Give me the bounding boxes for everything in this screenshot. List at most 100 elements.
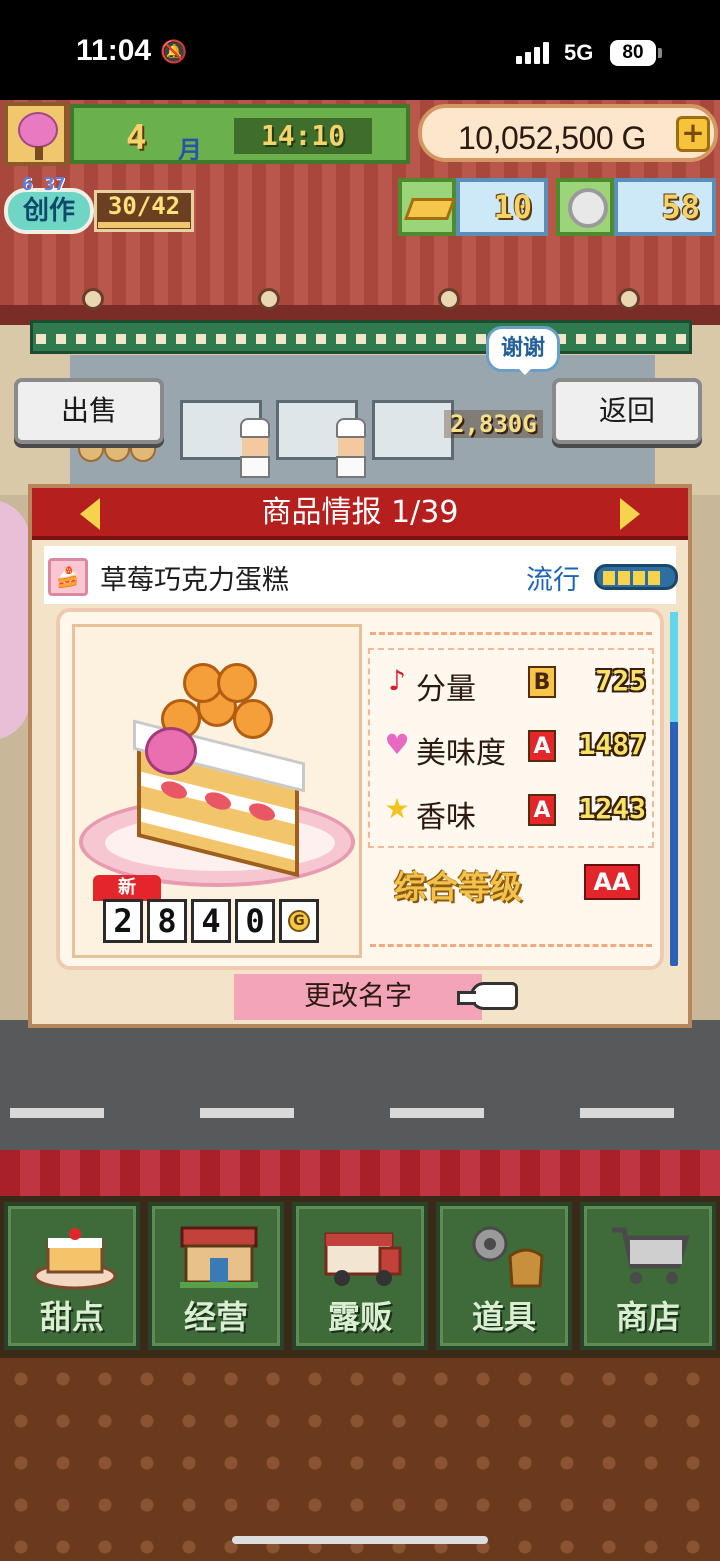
nav-label: 道具: [471, 1298, 536, 1336]
battery-icon: 80: [610, 40, 656, 66]
ticket-counter[interactable]: 10: [398, 178, 548, 236]
create-small-counter: 6 37: [22, 174, 66, 195]
thanks-speech-bubble: 谢谢: [486, 326, 560, 375]
food-truck-icon: [324, 1232, 402, 1286]
cherry-blossom-icon: [18, 112, 58, 148]
trend-meter: [594, 564, 678, 590]
token-count: 58: [614, 178, 716, 236]
chef-character: [336, 418, 370, 478]
overall-grade: AA: [584, 864, 640, 900]
lamp-icon: [618, 288, 640, 310]
lane-marking: [10, 1108, 104, 1118]
scrollbar[interactable]: [670, 612, 678, 966]
new-badge: 新: [93, 875, 161, 901]
music-note-icon: ♪: [388, 664, 406, 697]
token-counter[interactable]: 58: [556, 178, 716, 236]
product-name: 草莓巧克力蛋糕: [100, 565, 289, 596]
silver-coin-icon: [556, 178, 614, 236]
panel-header: 商品情报 1/39: [32, 488, 688, 540]
home-indicator[interactable]: [232, 1536, 488, 1544]
price-digit: 0: [235, 899, 275, 943]
nav-label: 商店: [615, 1298, 680, 1336]
nav-store-button[interactable]: 商店: [580, 1202, 716, 1350]
stat-grade: B: [528, 666, 556, 698]
stats-box: ♪ 分量 B 725 ♥ 美味度 A 1487 ★ 香味 A 1243: [368, 648, 654, 848]
nav-label: 甜点: [39, 1298, 104, 1336]
nav-label: 经营: [183, 1298, 248, 1336]
cherry-tree: [0, 500, 30, 740]
lamp-icon: [82, 288, 104, 310]
cake-icon: [33, 1228, 117, 1290]
lane-marking: [200, 1108, 294, 1118]
brick-wall: [0, 1150, 720, 1196]
price-unit: G: [288, 910, 310, 932]
cake-icon: 🍰: [48, 558, 88, 596]
chef-character: [240, 418, 274, 478]
pointing-hand-icon: [457, 982, 518, 1010]
panel-title: 商品情报 1/39: [261, 495, 459, 530]
footer-pattern: [0, 1358, 720, 1561]
network-type: 5G: [564, 40, 594, 65]
stat-value: 1487: [578, 728, 646, 761]
orange-topping: [233, 699, 273, 739]
footer: [0, 1358, 720, 1561]
nav-items-button[interactable]: 道具: [436, 1202, 572, 1350]
trend-label: 流行: [526, 565, 580, 596]
silent-bell-icon: 🔕: [160, 40, 188, 65]
heart-icon: ♥: [384, 728, 410, 761]
nav-food-truck-button[interactable]: 露贩: [292, 1202, 428, 1350]
stat-grade: A: [528, 794, 556, 826]
scrollbar-thumb[interactable]: [670, 612, 678, 722]
money-value: 10,052,500 G: [458, 120, 646, 156]
stat-value: 1243: [578, 792, 646, 825]
stat-label: 美味度: [416, 736, 506, 771]
lane-marking: [390, 1108, 484, 1118]
tools-icon: [472, 1226, 544, 1288]
nav-manage-button[interactable]: 经营: [148, 1202, 284, 1350]
cake-image: 新 2 8 4 0 G: [72, 624, 362, 958]
game-clock: 14:10: [234, 118, 372, 154]
price-digit: 8: [147, 899, 187, 943]
divider: [370, 632, 652, 635]
gold-ticket-icon: [398, 178, 457, 236]
nav-desserts-button[interactable]: 甜点: [4, 1202, 140, 1350]
back-button[interactable]: 返回: [552, 378, 702, 444]
price-display[interactable]: 2 8 4 0 G: [103, 899, 319, 943]
oven-icon: [372, 400, 454, 460]
rose-icon: [145, 727, 197, 775]
star-icon: ★: [384, 792, 410, 825]
month-label: 月: [178, 136, 202, 164]
create-counter[interactable]: 创作 6 37 30/42: [4, 174, 196, 242]
tree-trunk: [35, 146, 43, 160]
earning-popup: 2,830G: [444, 410, 543, 438]
stat-row-taste: ♥ 美味度 A 1487: [376, 722, 650, 771]
lamp-icon: [258, 288, 280, 310]
battery-tip: [658, 48, 662, 58]
create-progress-bar: [98, 222, 190, 228]
nav-label: 露贩: [327, 1298, 392, 1336]
sell-button[interactable]: 出售: [14, 378, 164, 444]
stat-label: 分量: [416, 672, 476, 707]
lamp-icon: [438, 288, 460, 310]
stat-row-volume: ♪ 分量 B 725: [376, 658, 650, 707]
price-digit: 4: [191, 899, 231, 943]
next-arrow-icon[interactable]: [620, 498, 640, 530]
status-time: 11:04: [76, 34, 152, 67]
orange-topping: [217, 663, 257, 703]
money-panel: 10,052,500 G +: [418, 104, 718, 162]
shop-avatar[interactable]: [4, 102, 68, 166]
ticket-count: 10: [456, 178, 548, 236]
gold-coin-icon: G: [279, 899, 319, 943]
lane-marking: [580, 1108, 674, 1118]
street: [0, 1020, 720, 1150]
stat-row-aroma: ★ 香味 A 1243: [376, 786, 650, 835]
divider: [370, 944, 652, 947]
product-detail-card: 新 2 8 4 0 G ♪ 分量 B 725 ♥ 美味度 A 1487 ★ 香味…: [56, 608, 664, 970]
month-number: 4: [126, 118, 147, 158]
rename-button[interactable]: 更改名字: [234, 974, 482, 1020]
add-money-button[interactable]: +: [676, 116, 710, 152]
bottom-nav: 甜点 经营 露贩 道具 商店: [0, 1196, 720, 1358]
price-digit: 2: [103, 899, 143, 943]
stat-grade: A: [528, 730, 556, 762]
stat-value: 725: [595, 664, 646, 697]
